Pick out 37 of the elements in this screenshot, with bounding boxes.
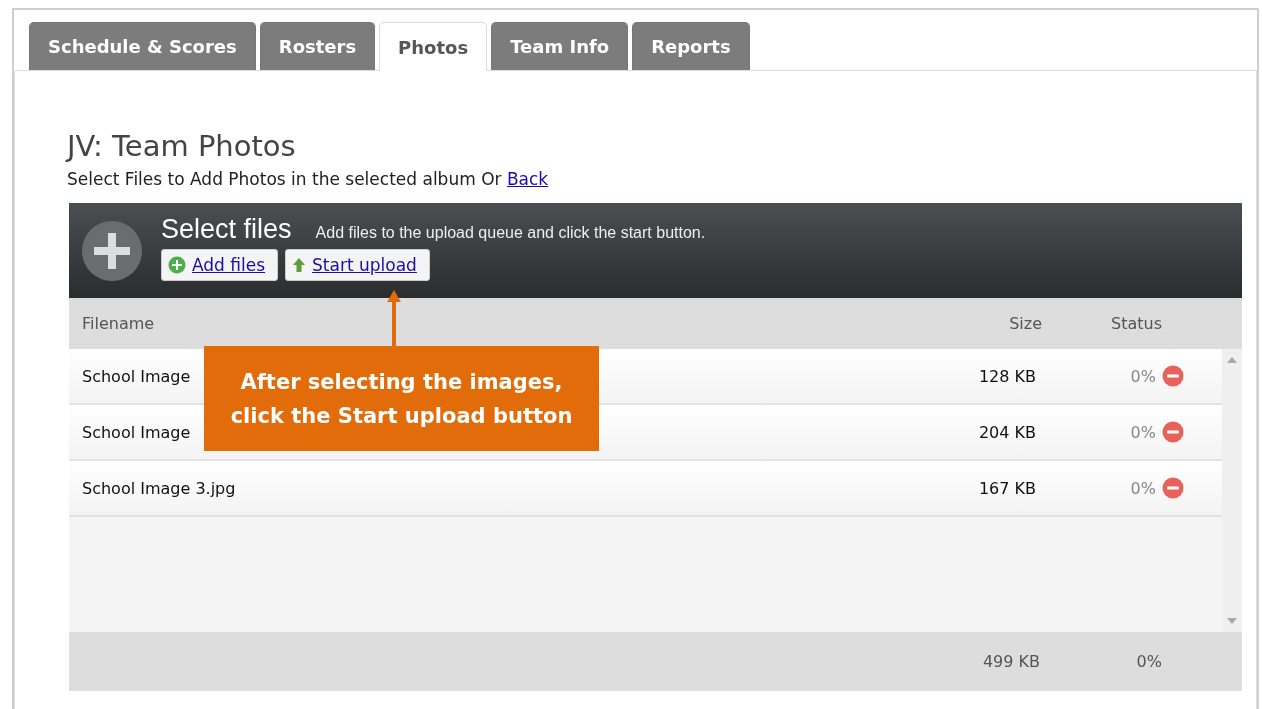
add-icon [81,219,143,282]
table-cell-text: 0% [1129,478,1156,498]
up-arrow-icon [292,257,307,273]
uploader-hint: Add files to the upload queue and click the start button. [315,224,706,242]
tab[interactable]: Team Info [491,22,629,70]
column-header: Filename [81,314,156,333]
remove-icon[interactable] [1162,477,1184,499]
upload-button[interactable]: Start upload [285,249,430,281]
table-cell: School Image [82,366,191,386]
back-link[interactable]: Back [506,169,549,189]
tab[interactable]: Reports [632,22,750,70]
upload-button[interactable]: Add files [161,249,279,281]
table-cell-text: 0% [1129,422,1156,442]
scroll-up-icon[interactable] [1227,357,1237,363]
table-cell: School Image 3.jpg [82,478,236,498]
tab[interactable]: Schedule & Scores [29,22,256,70]
tab[interactable]: Rosters [259,22,376,70]
scrollbar[interactable] [1222,349,1242,632]
column-header: Status [1110,314,1162,333]
page-heading: JV: Team Photos [67,129,297,163]
remove-icon[interactable] [1162,365,1184,387]
table-cell-text: 0% [1129,366,1156,386]
total-status: 0% [1135,652,1162,671]
scroll-down-icon[interactable] [1227,618,1237,624]
callout-text: click the Start upload button [230,403,573,428]
column-header: Size [1008,314,1042,333]
table-cell: School Image [82,422,191,442]
intro-text: Select Files to Add Photos in the selected album Or [67,169,503,189]
table-cell-text: 167 KB [977,478,1036,498]
total-size: 499 KB [981,652,1040,671]
add-icon [168,256,186,274]
table-cell-text: 204 KB [977,422,1036,442]
table-cell-text: 128 KB [977,366,1036,386]
remove-icon[interactable] [1162,421,1184,443]
uploader-title: Select files [161,214,292,245]
callout-text: After selecting the images, [240,369,563,394]
tab[interactable]: Photos [379,22,488,71]
